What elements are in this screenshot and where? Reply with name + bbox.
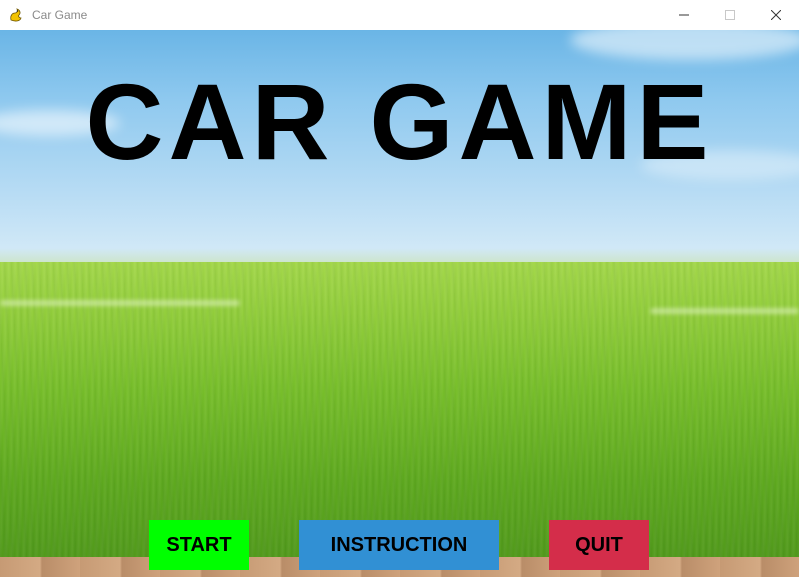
minimize-icon (679, 14, 689, 16)
window-title: Car Game (32, 8, 88, 22)
close-button[interactable] (753, 0, 799, 30)
quit-button[interactable]: QUIT (549, 520, 649, 570)
grass-highlight (650, 308, 799, 314)
window-controls (661, 0, 799, 30)
instruction-button[interactable]: INSTRUCTION (299, 520, 499, 570)
maximize-icon (725, 10, 735, 20)
pygame-snake-icon (10, 8, 22, 22)
game-canvas[interactable]: CAR GAME START INSTRUCTION QUIT (0, 30, 799, 577)
game-window: Car Game CAR GAME START INSTRUCTION QUIT (0, 0, 799, 577)
title-bar[interactable]: Car Game (0, 0, 799, 30)
maximize-button[interactable] (707, 0, 753, 30)
grass-highlight (0, 300, 240, 306)
game-title: CAR GAME (85, 61, 714, 182)
close-icon (771, 10, 781, 20)
start-button[interactable]: START (149, 520, 249, 570)
minimize-button[interactable] (661, 0, 707, 30)
